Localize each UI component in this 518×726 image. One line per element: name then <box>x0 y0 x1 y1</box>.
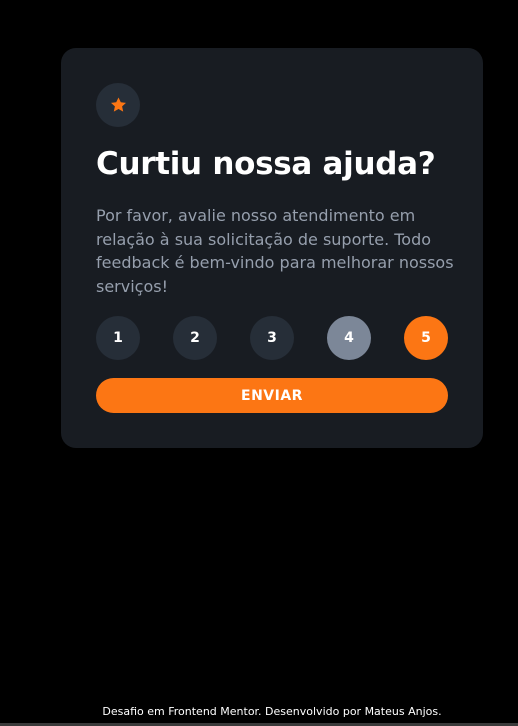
card-title: Curtiu nossa ajuda? <box>96 146 436 182</box>
submit-button[interactable]: ENVIAR <box>96 378 448 413</box>
card-description: Por favor, avalie nosso atendimento em r… <box>96 206 454 296</box>
rating-button-3[interactable]: 3 <box>250 316 294 360</box>
rating-button-2[interactable]: 2 <box>173 316 217 360</box>
rating-card: Curtiu nossa ajuda? Por favor, avalie no… <box>61 48 483 448</box>
rating-options: 1 2 3 4 5 <box>96 316 448 360</box>
rating-button-5[interactable]: 5 <box>404 316 448 360</box>
rating-button-4[interactable]: 4 <box>327 316 371 360</box>
rating-button-1[interactable]: 1 <box>96 316 140 360</box>
star-icon <box>110 97 127 113</box>
footer-attribution: Desafio em Frontend Mentor. Desenvolvido… <box>102 705 442 718</box>
star-badge <box>96 83 140 127</box>
page: Curtiu nossa ajuda? Por favor, avalie no… <box>0 0 518 726</box>
